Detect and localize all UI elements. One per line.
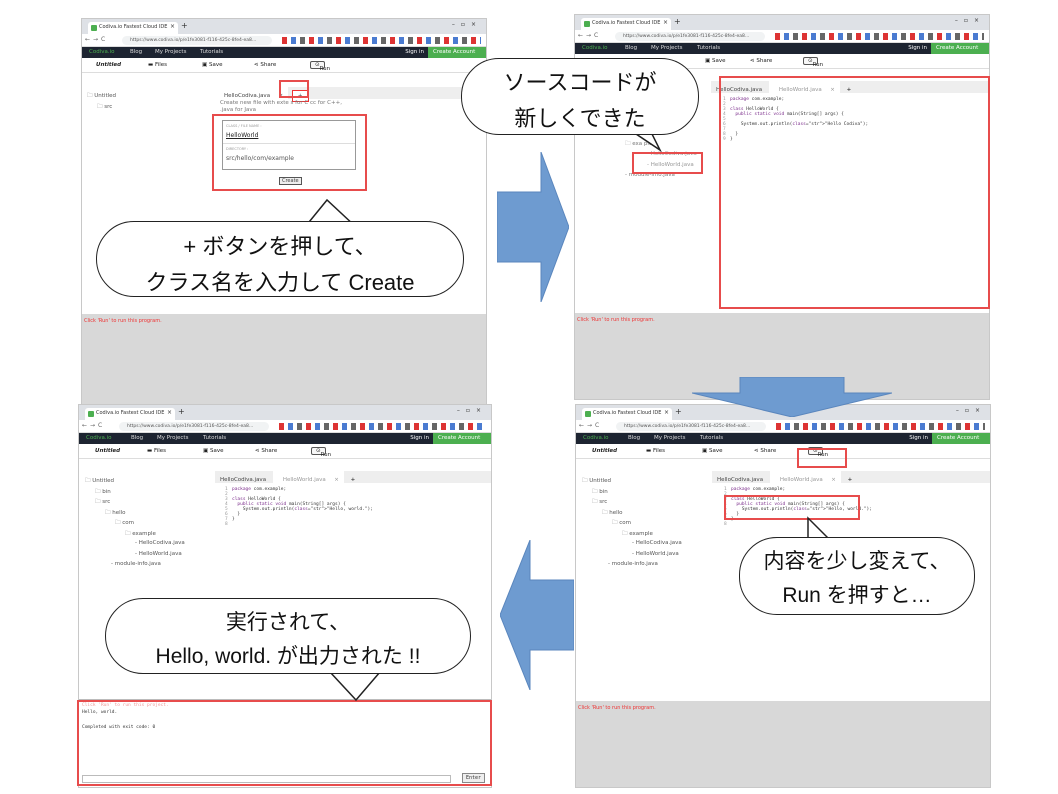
callout-line: + ボタンを押して、 — [183, 234, 377, 259]
callout-line: Run を押すと… — [782, 584, 932, 608]
callout-line: 新しくできた — [514, 105, 646, 131]
callout-step1: + ボタンを押して、 クラス名を入力して Create — [96, 221, 464, 297]
callout-line: 内容を少し変えて、 — [763, 550, 951, 573]
callout-line: 実行されて、 — [225, 611, 351, 634]
callout-step4: 実行されて、 Hello, world. が出力された !! — [105, 598, 471, 674]
callout-line: クラス名を入力して Create — [145, 269, 415, 295]
callout-line: ソースコードが — [503, 70, 657, 95]
callout-line: Hello, world. が出力された !! — [155, 645, 421, 669]
callout-step2: ソースコードが 新しくできた — [461, 58, 699, 135]
callout-step3: 内容を少し変えて、 Run を押すと… — [739, 537, 975, 615]
